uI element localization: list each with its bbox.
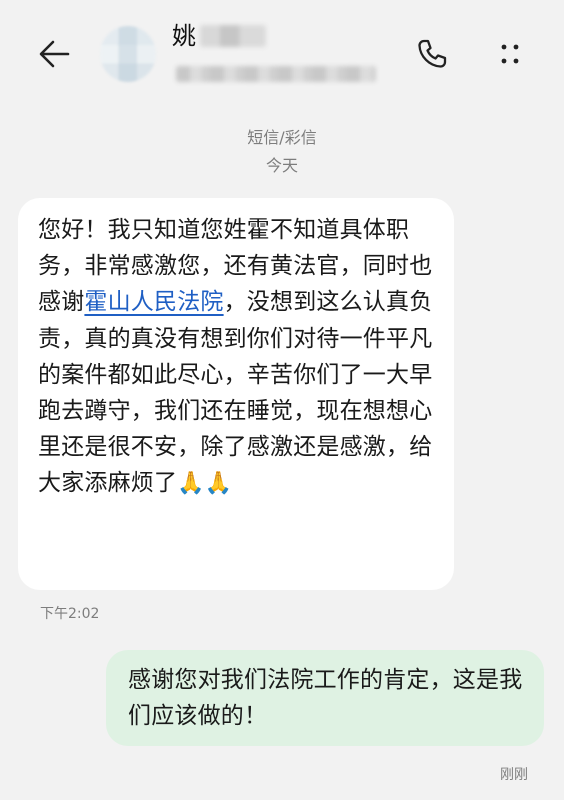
outgoing-message-bubble[interactable]: 感谢您对我们法院工作的肯定，这是我们应该做的！ bbox=[106, 650, 544, 746]
praying-hands-emoji: 🙏🙏 bbox=[177, 471, 233, 497]
contact-name: 姚 bbox=[172, 22, 196, 50]
contact-number-redacted bbox=[176, 66, 376, 82]
back-button[interactable] bbox=[30, 30, 78, 78]
date-divider: 今天 bbox=[265, 156, 298, 175]
call-button[interactable] bbox=[408, 30, 456, 78]
phone-icon bbox=[418, 39, 447, 68]
message-text-part: ，没想到这么认真负责，真的真没有想到你们对待一件平凡的案件都如此尽心，辛苦你们了… bbox=[38, 289, 433, 497]
more-vertical-icon bbox=[501, 44, 519, 64]
incoming-message-bubble[interactable]: 您好！我只知道您姓霍不知道具体职务，非常感激您，还有黄法官，同时也感谢霍山人民法… bbox=[18, 198, 454, 590]
contact-name-area[interactable]: 姚 bbox=[172, 16, 266, 56]
incoming-message-text: 您好！我只知道您姓霍不知道具体职务，非常感激您，还有黄法官，同时也感谢霍山人民法… bbox=[38, 212, 442, 503]
service-label: 短信/彩信 bbox=[247, 128, 317, 147]
court-name-link[interactable]: 霍山人民法院 bbox=[84, 289, 223, 315]
outgoing-message-time: 刚刚 bbox=[500, 767, 528, 783]
arrow-left-icon bbox=[39, 40, 70, 68]
more-options-button[interactable] bbox=[486, 30, 534, 78]
outgoing-message-text: 感谢您对我们法院工作的肯定，这是我们应该做的！ bbox=[128, 667, 523, 729]
contact-avatar[interactable] bbox=[100, 26, 156, 82]
incoming-message-time: 下午2:02 bbox=[40, 606, 100, 622]
contact-name-redacted bbox=[200, 25, 266, 47]
conversation-header: 姚 bbox=[0, 0, 564, 110]
